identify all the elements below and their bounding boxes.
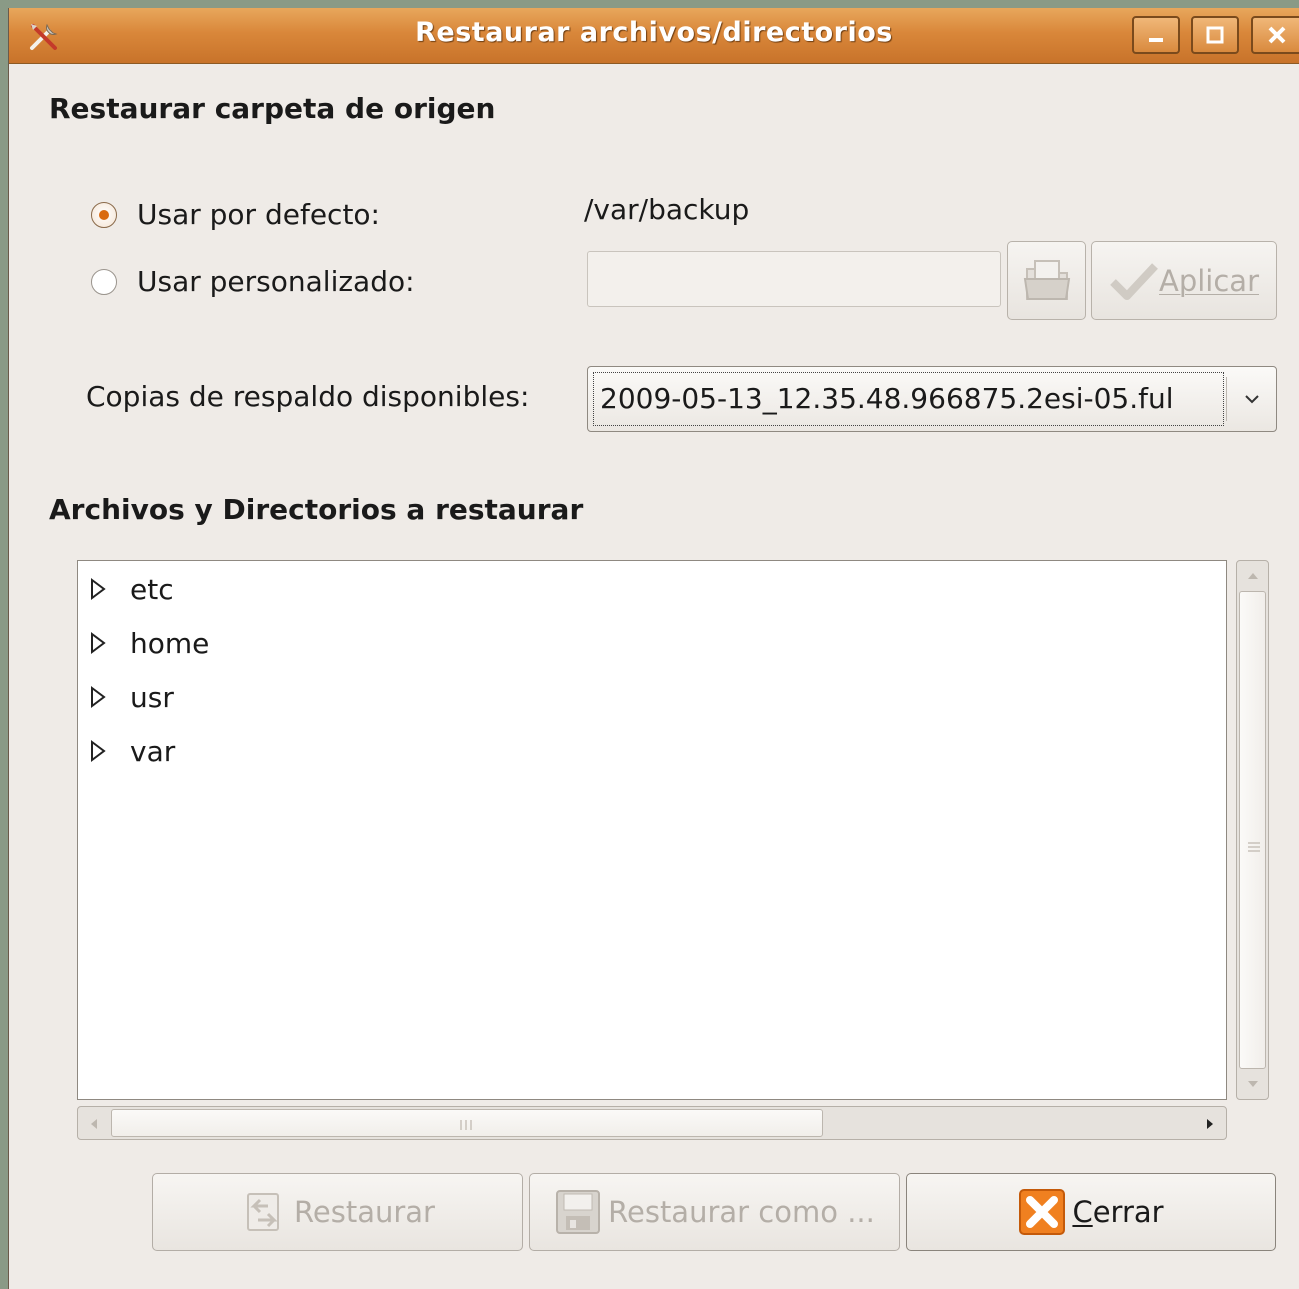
restore-dialog: Restaurar archivos/directorios Restaurar… [8,8,1299,1289]
tree-row[interactable]: var [88,726,175,776]
scroll-right-arrow-icon[interactable] [1205,1117,1217,1131]
default-source-radio-row[interactable]: Usar por defecto: [91,198,380,231]
restore-button-label: Restaurar [294,1195,435,1229]
save-disk-icon [556,1190,601,1234]
backups-label: Copias de respaldo disponibles: [86,380,530,413]
window-close-button[interactable] [1251,16,1299,54]
apply-button[interactable]: Aplicar [1091,241,1277,320]
scroll-left-arrow-icon[interactable] [87,1117,99,1131]
chevron-down-icon [1245,395,1259,404]
restore-as-button-label: Restaurar como ... [608,1195,875,1229]
tree-item-label: var [130,734,176,768]
backups-selected-value: 2009-05-13_12.35.48.966875.2esi-05.ful [593,372,1224,426]
custom-source-input[interactable] [587,251,1001,307]
close-x-icon [1019,1189,1066,1235]
default-source-radio[interactable] [91,201,117,228]
close-button-label: Cerrar [1072,1195,1163,1229]
restore-as-button[interactable]: Restaurar como ... [529,1173,900,1251]
default-source-label[interactable]: Usar por defecto: [137,198,380,231]
tree-item-label: etc [130,572,174,606]
minimize-button[interactable] [1132,16,1180,54]
tree-item-label: home [130,626,210,660]
tree-row[interactable]: home [88,618,209,668]
window-title: Restaurar archivos/directorios [415,17,893,48]
maximize-icon [1206,26,1224,44]
backups-dropdown[interactable]: 2009-05-13_12.35.48.966875.2esi-05.ful [587,366,1277,432]
close-button[interactable]: Cerrar [906,1173,1276,1251]
folder-icon [1023,259,1070,300]
scroll-up-arrow-icon[interactable] [1246,569,1260,581]
custom-source-label[interactable]: Usar personalizado: [137,265,415,298]
tree-row[interactable]: usr [88,672,174,722]
dropdown-separator [1226,377,1227,421]
expander-arrow-icon[interactable] [88,684,108,710]
maximize-button[interactable] [1191,16,1239,54]
vertical-scrollbar[interactable] [1236,560,1269,1100]
grip-icon [460,1120,472,1130]
close-icon [1268,26,1286,44]
restore-button[interactable]: Restaurar [152,1173,523,1251]
files-section-heading: Archivos y Directorios a restaurar [49,493,584,526]
custom-source-radio[interactable] [91,268,117,295]
check-icon [1110,262,1158,300]
scroll-down-arrow-icon[interactable] [1246,1079,1260,1091]
expander-arrow-icon[interactable] [88,738,108,764]
minimize-icon [1149,38,1163,42]
custom-source-radio-row[interactable]: Usar personalizado: [91,265,415,298]
apply-button-label: Aplicar [1159,263,1259,298]
restore-icon [247,1193,280,1231]
expander-arrow-icon[interactable] [88,630,108,656]
close-button-mnemonic: C [1072,1195,1093,1229]
horizontal-scrollbar[interactable] [77,1106,1227,1140]
browse-folder-button[interactable] [1007,241,1086,320]
close-button-label-rest: errar [1092,1195,1164,1229]
expander-arrow-icon[interactable] [88,576,108,602]
title-bar[interactable]: Restaurar archivos/directorios [9,8,1299,64]
default-source-path: /var/backup [584,193,750,226]
grip-icon [1248,842,1260,852]
tree-item-label: usr [130,680,174,714]
tree-row[interactable]: etc [88,564,174,614]
file-tree[interactable]: etc home usr var [77,560,1227,1100]
horizontal-scroll-thumb[interactable] [111,1109,823,1137]
source-section-heading: Restaurar carpeta de origen [49,92,496,125]
vertical-scroll-thumb[interactable] [1239,591,1266,1069]
